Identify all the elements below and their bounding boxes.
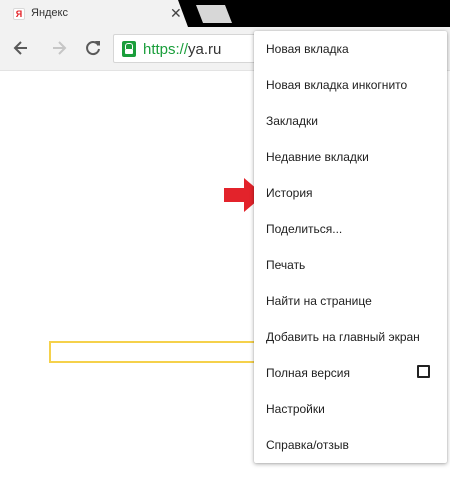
reload-icon[interactable] bbox=[83, 38, 103, 58]
menu-item-label: Недавние вкладки bbox=[266, 150, 369, 164]
menu-item-print[interactable]: Печать bbox=[254, 247, 447, 283]
desktop-site-checkbox[interactable] bbox=[417, 365, 430, 378]
menu-item-find-in-page[interactable]: Найти на странице bbox=[254, 283, 447, 319]
menu-item-label: Добавить на главный экран bbox=[266, 330, 420, 344]
lock-icon bbox=[122, 41, 136, 57]
menu-item-add-to-home-screen[interactable]: Добавить на главный экран bbox=[254, 319, 447, 355]
forward-arrow-icon[interactable] bbox=[49, 38, 69, 58]
menu-item-label: История bbox=[266, 186, 313, 200]
menu-item-label: Настройки bbox=[266, 402, 325, 416]
menu-item-label: Справка/отзыв bbox=[266, 438, 349, 452]
overflow-menu: Новая вкладка Новая вкладка инкогнито За… bbox=[254, 31, 447, 463]
menu-item-desktop-site[interactable]: Полная версия bbox=[254, 355, 447, 391]
url-scheme: https:// bbox=[143, 41, 189, 58]
menu-item-recent-tabs[interactable]: Недавние вкладки bbox=[254, 139, 447, 175]
new-tab-button[interactable] bbox=[196, 5, 232, 23]
menu-item-settings[interactable]: Настройки bbox=[254, 391, 447, 427]
menu-item-label: Найти на странице bbox=[266, 294, 372, 308]
url-host: ya.ru bbox=[188, 41, 222, 58]
menu-item-new-incognito-tab[interactable]: Новая вкладка инкогнито bbox=[254, 67, 447, 103]
tab-close-icon[interactable]: ✕ bbox=[170, 5, 182, 21]
menu-item-history[interactable]: История bbox=[254, 175, 447, 211]
yandex-favicon-icon: Я bbox=[13, 8, 25, 20]
menu-item-label: Поделиться... bbox=[266, 222, 343, 236]
back-arrow-icon[interactable] bbox=[11, 38, 31, 58]
tab-strip: Я Яндекс ✕ bbox=[0, 0, 450, 27]
tab-yandex[interactable]: Я Яндекс ✕ bbox=[0, 0, 188, 27]
tab-title: Яндекс bbox=[31, 7, 68, 19]
menu-item-help-feedback[interactable]: Справка/отзыв bbox=[254, 427, 447, 463]
menu-item-label: Полная версия bbox=[266, 366, 350, 380]
search-input[interactable] bbox=[49, 341, 259, 363]
menu-item-new-tab[interactable]: Новая вкладка bbox=[254, 31, 447, 67]
menu-item-label: Закладки bbox=[266, 114, 318, 128]
menu-item-share[interactable]: Поделиться... bbox=[254, 211, 447, 247]
menu-item-label: Печать bbox=[266, 258, 306, 272]
menu-item-bookmarks[interactable]: Закладки bbox=[254, 103, 447, 139]
url-text: https://ya.ru bbox=[143, 41, 221, 58]
menu-item-label: Новая вкладка bbox=[266, 42, 349, 56]
menu-item-label: Новая вкладка инкогнито bbox=[266, 78, 408, 92]
